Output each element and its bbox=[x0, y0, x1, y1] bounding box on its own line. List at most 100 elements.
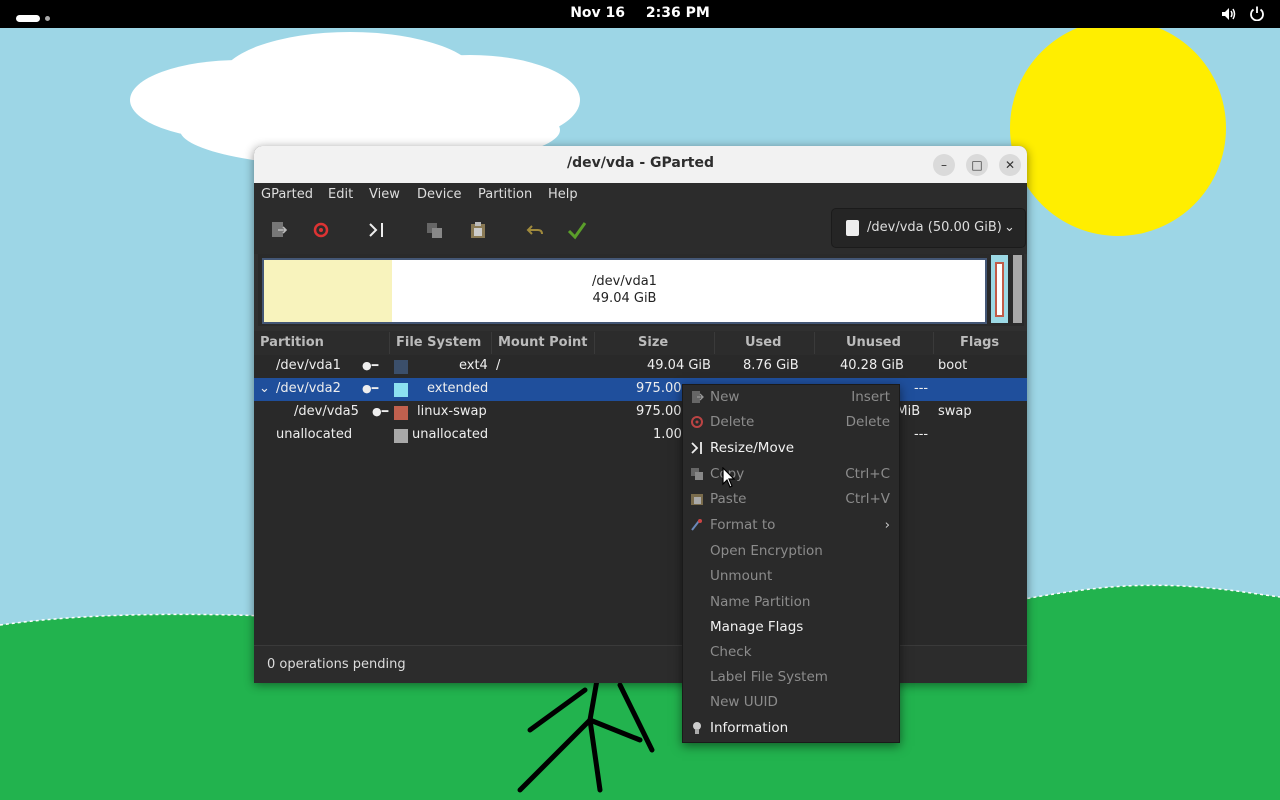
cell-partition: /dev/vda1 bbox=[276, 358, 341, 373]
new-icon bbox=[692, 391, 704, 403]
menu-item-copy[interactable]: Copy Ctrl+C bbox=[683, 462, 899, 486]
apply-icon[interactable] bbox=[566, 219, 588, 241]
menu-item-format-to[interactable]: Format to › bbox=[683, 513, 899, 537]
chevron-right-icon: › bbox=[884, 517, 890, 533]
cell-partition: /dev/vda5 bbox=[294, 404, 359, 419]
sun bbox=[1010, 20, 1226, 236]
table-row-selected[interactable]: ⌄ /dev/vda2 ●━ extended 975.00 --- bbox=[254, 378, 1027, 401]
key-icon: ●━ bbox=[362, 359, 379, 372]
cell-used: 8.76 GiB bbox=[743, 358, 799, 373]
menu-partition[interactable]: Partition bbox=[478, 187, 532, 202]
header-mountpoint[interactable]: Mount Point bbox=[498, 335, 588, 350]
minimize-button[interactable]: – bbox=[933, 154, 955, 176]
header-filesystem[interactable]: File System bbox=[396, 335, 481, 350]
map-unallocated[interactable] bbox=[1013, 255, 1022, 323]
copy-icon[interactable] bbox=[424, 219, 446, 241]
cell-flags: boot bbox=[938, 358, 968, 373]
context-menu: New Insert Delete Delete Resize/Move Cop… bbox=[682, 384, 900, 743]
header-used[interactable]: Used bbox=[745, 335, 781, 350]
map-partition-vda1[interactable]: /dev/vda1 49.04 GiB bbox=[262, 258, 987, 324]
status-text: 0 operations pending bbox=[267, 657, 406, 672]
menu-item-name-partition[interactable]: Name Partition bbox=[683, 590, 899, 614]
header-partition[interactable]: Partition bbox=[260, 335, 324, 350]
cell-unused: 40.28 GiB bbox=[840, 358, 904, 373]
information-icon bbox=[693, 722, 701, 734]
volume-icon[interactable] bbox=[1220, 6, 1236, 22]
fs-color-swatch bbox=[394, 360, 408, 374]
header-flags[interactable]: Flags bbox=[960, 335, 999, 350]
table-row[interactable]: /dev/vda5 ●━ linux-swap 975.00 0 MiB swa… bbox=[254, 401, 1027, 424]
gparted-window: /dev/vda - GParted – □ ✕ GParted Edit Vi… bbox=[254, 146, 1027, 683]
chevron-down-icon: ⌄ bbox=[1004, 220, 1015, 235]
cell-flags: swap bbox=[938, 404, 972, 419]
menu-device[interactable]: Device bbox=[417, 187, 461, 202]
cell-partition: unallocated bbox=[276, 427, 353, 442]
cell-filesystem: extended bbox=[427, 381, 489, 396]
date-label: Nov 16 bbox=[570, 5, 626, 21]
window-title: /dev/vda - GParted bbox=[567, 155, 714, 171]
close-button[interactable]: ✕ bbox=[999, 154, 1021, 176]
undo-icon[interactable] bbox=[524, 219, 546, 241]
menu-view[interactable]: View bbox=[369, 187, 400, 202]
status-bar: 0 operations pending bbox=[254, 645, 1027, 683]
menu-item-label-file-system[interactable]: Label File System bbox=[683, 665, 899, 689]
table-row[interactable]: /dev/vda1 ●━ ext4 / 49.04 GiB 8.76 GiB 4… bbox=[254, 355, 1027, 378]
menu-item-unmount[interactable]: Unmount bbox=[683, 564, 899, 588]
cell-size: 1.00 bbox=[653, 427, 682, 442]
chevron-down-icon[interactable]: ⌄ bbox=[259, 381, 270, 396]
cell-filesystem: linux-swap bbox=[417, 404, 487, 419]
menu-bar: GParted Edit View Device Partition Help bbox=[254, 183, 1027, 207]
menu-item-paste[interactable]: Paste Ctrl+V bbox=[683, 487, 899, 511]
menu-item-information[interactable]: Information bbox=[683, 716, 899, 740]
cell-unused: --- bbox=[914, 427, 929, 442]
maximize-button[interactable]: □ bbox=[966, 154, 988, 176]
device-selector[interactable]: /dev/vda (50.00 GiB) ⌄ bbox=[831, 208, 1026, 248]
disk-map: /dev/vda1 49.04 GiB bbox=[258, 254, 1024, 326]
copy-icon bbox=[691, 468, 703, 480]
menu-edit[interactable]: Edit bbox=[328, 187, 353, 202]
top-bar: Nov 16 2:36 PM bbox=[0, 0, 1280, 28]
cell-size: 49.04 GiB bbox=[647, 358, 711, 373]
delete-icon[interactable] bbox=[310, 219, 332, 241]
menu-item-delete[interactable]: Delete Delete bbox=[683, 410, 899, 434]
paste-icon bbox=[691, 494, 703, 505]
time-label: 2:36 PM bbox=[645, 5, 710, 21]
table-header: Partition File System Mount Point Size U… bbox=[254, 331, 1027, 355]
power-icon[interactable] bbox=[1249, 5, 1265, 21]
menu-help[interactable]: Help bbox=[548, 187, 578, 202]
cell-filesystem: ext4 bbox=[459, 358, 488, 373]
resize-move-icon bbox=[691, 442, 702, 454]
table-row[interactable]: unallocated unallocated 1.00 --- bbox=[254, 424, 1027, 447]
menu-item-open-encryption[interactable]: Open Encryption bbox=[683, 539, 899, 563]
menu-item-check[interactable]: Check bbox=[683, 640, 899, 664]
cell-size: 975.00 bbox=[636, 381, 682, 396]
menu-item-resize-move[interactable]: Resize/Move bbox=[683, 436, 899, 460]
menu-item-new-uuid[interactable]: New UUID bbox=[683, 690, 899, 714]
key-icon: ●━ bbox=[362, 382, 379, 395]
cell-partition: /dev/vda2 bbox=[276, 381, 341, 396]
cell-filesystem: unallocated bbox=[412, 427, 489, 442]
header-size[interactable]: Size bbox=[638, 335, 668, 350]
cell-unused: --- bbox=[914, 381, 929, 396]
title-bar[interactable]: /dev/vda - GParted – □ ✕ bbox=[254, 146, 1027, 183]
resize-move-icon[interactable] bbox=[366, 219, 388, 241]
delete-icon bbox=[691, 416, 703, 428]
cell-mountpoint: / bbox=[496, 358, 501, 373]
device-label: /dev/vda (50.00 GiB) bbox=[867, 220, 1002, 235]
menu-item-new[interactable]: New Insert bbox=[683, 385, 899, 409]
menu-item-manage-flags[interactable]: Manage Flags bbox=[683, 615, 899, 639]
key-icon: ●━ bbox=[372, 405, 389, 418]
partition-table: /dev/vda1 ●━ ext4 / 49.04 GiB 8.76 GiB 4… bbox=[254, 355, 1027, 645]
fs-color-swatch bbox=[394, 383, 408, 397]
paste-icon[interactable] bbox=[467, 219, 489, 241]
menu-gparted[interactable]: GParted bbox=[261, 187, 313, 202]
mouse-pointer-icon bbox=[722, 467, 736, 488]
fs-color-swatch bbox=[394, 429, 408, 443]
disk-icon bbox=[846, 220, 859, 236]
clock[interactable]: Nov 16 2:36 PM bbox=[0, 5, 1280, 21]
fs-color-swatch bbox=[394, 406, 408, 420]
map-partition-vda5[interactable] bbox=[995, 262, 1004, 317]
new-icon[interactable] bbox=[268, 219, 290, 241]
cell-size: 975.00 bbox=[636, 404, 682, 419]
header-unused[interactable]: Unused bbox=[846, 335, 901, 350]
